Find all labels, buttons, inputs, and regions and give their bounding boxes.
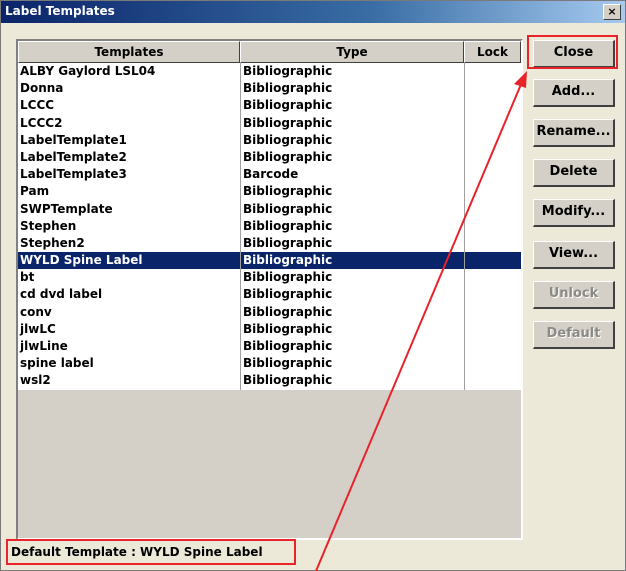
title-bar[interactable]: Label Templates × — [1, 1, 625, 23]
template-type-cell: Bibliographic — [240, 286, 464, 304]
table-row[interactable]: LabelTemplate3 Barcode — [18, 166, 521, 184]
templates-list[interactable]: Templates Type Lock ALBY Gaylord LSL04 Bi… — [16, 39, 523, 540]
template-type-cell: Bibliographic — [240, 234, 464, 253]
table-row[interactable]: WYLD Spine Label Bibliographic — [18, 252, 521, 270]
template-name-cell: jlwLC — [20, 321, 56, 336]
template-type-cell: Bibliographic — [240, 269, 464, 287]
template-lock-cell — [464, 97, 521, 115]
template-name-cell: Stephen — [20, 218, 77, 233]
table-row[interactable]: LCCC Bibliographic — [18, 97, 521, 115]
template-lock-cell — [464, 166, 521, 184]
template-name-cell: Donna — [20, 81, 64, 96]
template-type-cell: Bibliographic — [240, 183, 464, 201]
template-name-cell: ALBY Gaylord LSL04 — [20, 64, 156, 78]
table-row[interactable]: LabelTemplate2 Bibliographic — [18, 148, 521, 167]
template-lock-cell — [464, 269, 521, 287]
table-row[interactable]: conv Bibliographic — [18, 303, 521, 321]
template-name-cell: LCCC — [20, 98, 55, 113]
template-lock-cell — [464, 338, 521, 356]
template-lock-cell — [464, 63, 521, 81]
template-type-cell: Barcode — [240, 166, 464, 184]
template-lock-cell — [464, 234, 521, 253]
template-type-cell: Bibliographic — [240, 217, 464, 235]
template-name-cell: spine label — [20, 356, 94, 371]
view-button[interactable]: View... — [533, 241, 615, 269]
template-lock-cell — [464, 252, 521, 270]
template-lock-cell — [464, 80, 521, 98]
template-type-cell: Bibliographic — [240, 200, 464, 218]
template-lock-cell — [464, 114, 521, 132]
template-type-cell: Bibliographic — [240, 97, 464, 115]
table-row[interactable]: wsl2 Bibliographic — [18, 372, 521, 390]
default-template-status: Default Template : WYLD Spine Label — [11, 545, 263, 559]
add-button[interactable]: Add... — [533, 79, 615, 107]
table-row[interactable]: jlwLC Bibliographic — [18, 320, 521, 338]
column-header-lock[interactable]: Lock — [464, 41, 521, 63]
template-type-cell: Bibliographic — [240, 338, 464, 356]
default-button: Default — [533, 321, 615, 349]
table-header: Templates Type Lock — [18, 41, 521, 63]
template-type-cell: Bibliographic — [240, 131, 464, 149]
close-button[interactable]: Close — [533, 40, 615, 68]
column-header-templates[interactable]: Templates — [18, 41, 240, 63]
template-lock-cell — [464, 217, 521, 235]
template-name-cell: SWPTemplate — [20, 201, 113, 216]
delete-button[interactable]: Delete — [533, 159, 615, 187]
table-row[interactable]: bt Bibliographic — [18, 269, 521, 287]
template-type-cell: Bibliographic — [240, 355, 464, 373]
template-type-cell: Bibliographic — [240, 148, 464, 167]
table-row[interactable]: Stephen2 Bibliographic — [18, 234, 521, 253]
table-row[interactable]: Pam Bibliographic — [18, 183, 521, 201]
template-lock-cell — [464, 200, 521, 218]
template-lock-cell — [464, 303, 521, 321]
unlock-button: Unlock — [533, 281, 615, 309]
window-title: Label Templates — [5, 4, 115, 18]
template-name-cell: conv — [20, 304, 52, 319]
rename-button[interactable]: Rename... — [533, 119, 615, 147]
template-name-cell: Stephen2 — [20, 235, 85, 250]
table-row[interactable]: ALBY Gaylord LSL04 Bibliographic — [18, 63, 521, 81]
template-lock-cell — [464, 320, 521, 338]
template-name-cell: LabelTemplate3 — [20, 167, 127, 182]
template-name-cell: Pam — [20, 184, 50, 199]
template-lock-cell — [464, 148, 521, 167]
template-name-cell: LCCC2 — [20, 115, 63, 130]
template-type-cell: Bibliographic — [240, 303, 464, 321]
table-row[interactable]: Donna Bibliographic — [18, 80, 521, 98]
table-row[interactable]: Stephen Bibliographic — [18, 217, 521, 235]
template-type-cell: Bibliographic — [240, 372, 464, 390]
template-lock-cell — [464, 131, 521, 149]
table-row[interactable]: LCCC2 Bibliographic — [18, 114, 521, 132]
table-row[interactable]: SWPTemplate Bibliographic — [18, 200, 521, 218]
template-name-cell: bt — [20, 270, 35, 285]
template-type-cell: Bibliographic — [240, 252, 464, 270]
template-type-cell: Bibliographic — [240, 63, 464, 81]
template-lock-cell — [464, 183, 521, 201]
template-name-cell: WYLD Spine Label — [20, 253, 143, 268]
table-row[interactable]: spine label Bibliographic — [18, 355, 521, 373]
template-name-cell: jlwLine — [20, 339, 68, 353]
template-lock-cell — [464, 286, 521, 304]
template-lock-cell — [464, 372, 521, 390]
table-row[interactable]: LabelTemplate1 Bibliographic — [18, 131, 521, 149]
close-window-icon[interactable]: × — [603, 4, 621, 20]
template-type-cell: Bibliographic — [240, 80, 464, 98]
modify-button[interactable]: Modify... — [533, 199, 615, 227]
table-body: ALBY Gaylord LSL04 Bibliographic Donna Bibl… — [18, 63, 521, 390]
template-name-cell: wsl2 — [20, 373, 51, 388]
column-header-type[interactable]: Type — [240, 41, 464, 63]
template-name-cell: cd dvd label — [20, 287, 103, 302]
table-row[interactable]: cd dvd label Bibliographic — [18, 286, 521, 304]
template-name-cell: LabelTemplate2 — [20, 149, 127, 164]
template-lock-cell — [464, 355, 521, 373]
template-type-cell: Bibliographic — [240, 320, 464, 338]
label-templates-dialog: Label Templates × Templates Type Lock AL… — [0, 0, 626, 571]
table-row[interactable]: jlwLine Bibliographic — [18, 338, 521, 356]
template-name-cell: LabelTemplate1 — [20, 132, 127, 147]
template-type-cell: Bibliographic — [240, 114, 464, 132]
